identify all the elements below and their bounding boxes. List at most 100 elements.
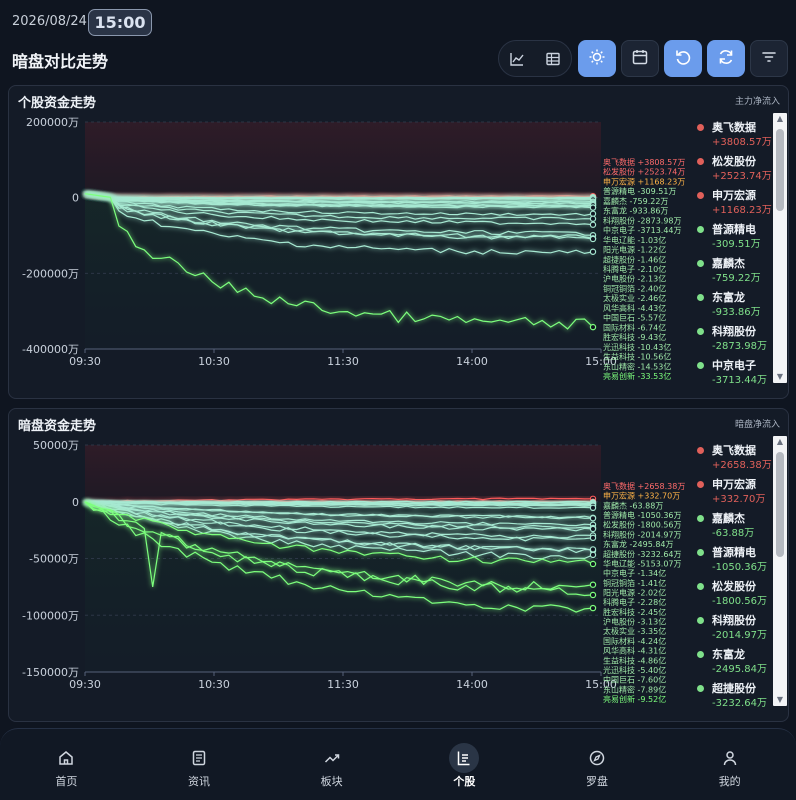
legend-dot-icon xyxy=(697,260,704,267)
legend-value: -1050.36万 xyxy=(712,562,767,573)
trend-icon xyxy=(317,743,347,773)
series-end-label: 普源精电 -1050.36万 xyxy=(603,510,682,520)
y-tick-label: 200000万 xyxy=(26,116,79,129)
series-end-label: 国际材料 -6.74亿 xyxy=(603,322,666,332)
user-icon xyxy=(715,743,745,773)
series-end-label: 生益科技 -10.56亿 xyxy=(603,352,671,362)
legend-value: -3232.64万 xyxy=(712,698,767,709)
scroll-thumb[interactable] xyxy=(776,452,784,557)
series-end-label: 嘉麟杰 -63.88万 xyxy=(603,500,663,510)
refresh-icon xyxy=(717,48,735,70)
table-icon[interactable] xyxy=(535,41,571,76)
view-toggle[interactable] xyxy=(498,40,572,77)
stock-fund-panel: 个股资金走势 主力净流入 200000万 0 -200000万 -400000万 09:… xyxy=(8,85,789,399)
calendar-button[interactable] xyxy=(621,40,659,77)
line-chart-icon[interactable] xyxy=(499,41,535,76)
series-end-label: 太极实业 -3.35亿 xyxy=(603,626,666,636)
legend-dot-icon xyxy=(697,583,704,590)
series-end-label: 阳光电源 -2.02亿 xyxy=(603,588,666,598)
nav-item-compass[interactable]: 罗盘 xyxy=(531,729,664,800)
legend-value: -63.88万 xyxy=(712,528,755,539)
legend-value: -2873.98万 xyxy=(712,341,767,352)
series-end-label: 东富龙 -2495.84万 xyxy=(603,539,674,549)
legend-dot-icon xyxy=(697,481,704,488)
series-end-label: 中京电子 -3713.44万 xyxy=(603,225,682,235)
positive-zone xyxy=(85,122,601,198)
series-end-dot xyxy=(589,546,597,553)
time-badge[interactable]: 15:00 xyxy=(88,9,152,36)
series-end-dot xyxy=(589,504,597,512)
legend-value: -2014.97万 xyxy=(712,630,767,641)
series-end-dot xyxy=(589,210,597,217)
series-end-dot xyxy=(589,534,597,542)
series-end-label: 光迅科技 -10.43亿 xyxy=(603,342,671,352)
series-end-label: 奥飞数据 +3808.57万 xyxy=(603,157,685,167)
series-end-label: 超捷股份 -1.46亿 xyxy=(603,254,666,264)
scroll-up-icon[interactable]: ▲ xyxy=(773,114,787,124)
nav-label: 我的 xyxy=(718,775,741,788)
theme-button[interactable] xyxy=(578,40,616,77)
series-end-dot xyxy=(589,515,597,522)
scroll-up-icon[interactable]: ▲ xyxy=(773,437,787,447)
series-end-label: 奥飞数据 +2658.38万 xyxy=(603,481,685,491)
series-end-label: 沪电股份 -3.13亿 xyxy=(603,617,666,627)
legend-dot-icon xyxy=(697,617,704,624)
series-end-label: 阳光电源 -1.22亿 xyxy=(603,245,666,255)
undo-button[interactable] xyxy=(664,40,702,77)
filter-icon xyxy=(760,48,778,70)
series-end-label: 松发股份 -1800.56万 xyxy=(603,520,682,530)
series-end-dot xyxy=(589,591,597,599)
legend-value: -3713.44万 xyxy=(712,375,767,386)
legend-value: -309.51万 xyxy=(712,239,761,250)
legend-scrollbar[interactable]: ▲ ▼ xyxy=(773,436,787,706)
legend-dot-icon xyxy=(697,192,704,199)
dark-pool-chart[interactable]: 50000万0-50000万-100000万-150000万09:30 10:30… xyxy=(9,409,690,723)
series-end-label: 生益科技 -4.86亿 xyxy=(603,655,666,665)
series-end-label: 东富龙 -933.86万 xyxy=(603,206,668,216)
series-end-dot xyxy=(589,248,597,255)
undo-icon xyxy=(674,48,692,70)
nav-item-home[interactable]: 首页 xyxy=(0,729,133,800)
nav-label: 个股 xyxy=(453,775,476,788)
nav-label: 首页 xyxy=(55,775,78,788)
panel-subtitle: 主力净流入 xyxy=(734,97,780,107)
y-tick-label: -50000万 xyxy=(29,553,79,566)
filter-button[interactable] xyxy=(750,40,788,77)
y-tick-label: 50000万 xyxy=(33,439,79,452)
series-end-label: 太极实业 -2.46亿 xyxy=(603,293,666,303)
scroll-down-icon[interactable]: ▼ xyxy=(773,372,787,382)
nav-item-trend[interactable]: 板块 xyxy=(265,729,398,800)
series-end-label: 沪电股份 -2.13亿 xyxy=(603,274,666,284)
top-bar: 2026/08/24 15:00 xyxy=(0,0,796,40)
series-end-dot xyxy=(589,215,597,222)
series-end-label: 普源精电 -309.51万 xyxy=(603,186,676,196)
nav-item-stock[interactable]: 个股 xyxy=(398,729,531,800)
legend-dot-icon xyxy=(697,685,704,692)
series-end-dot xyxy=(589,204,597,211)
scroll-down-icon[interactable]: ▼ xyxy=(773,695,787,705)
stock-fund-chart[interactable]: 200000万0-200000万-400000万09:30 10:30 11:30 1… xyxy=(9,86,690,400)
nav-item-news[interactable]: 资讯 xyxy=(133,729,266,800)
legend-dot-icon xyxy=(697,124,704,131)
legend-value: -1800.56万 xyxy=(712,596,767,607)
x-tick-label: 10:30 xyxy=(198,355,230,368)
legend-value: -759.22万 xyxy=(712,273,761,284)
scroll-thumb[interactable] xyxy=(776,129,784,211)
refresh-button[interactable] xyxy=(707,40,745,77)
sun-icon xyxy=(588,48,606,70)
legend-dot-icon xyxy=(697,226,704,233)
series-end-dot xyxy=(589,525,597,533)
nav-item-user[interactable]: 我的 xyxy=(663,729,796,800)
series-end-label: 科翔股份 -2873.98万 xyxy=(603,215,682,225)
legend-dot-icon xyxy=(697,549,704,556)
page-title: 暗盘对比走势 xyxy=(12,52,109,71)
legend-value: +2658.38万 xyxy=(712,460,772,471)
x-tick-label: 14:00 xyxy=(456,355,488,368)
series-end-label: 东山精密 -7.89亿 xyxy=(603,684,666,694)
stock-icon xyxy=(449,743,480,773)
legend-dot-icon xyxy=(697,158,704,165)
series-end-dot xyxy=(589,323,597,331)
legend-scrollbar[interactable]: ▲ ▼ xyxy=(773,113,787,383)
series-end-label: 东山精密 -14.53亿 xyxy=(603,361,671,371)
nav-label: 板块 xyxy=(320,775,343,788)
